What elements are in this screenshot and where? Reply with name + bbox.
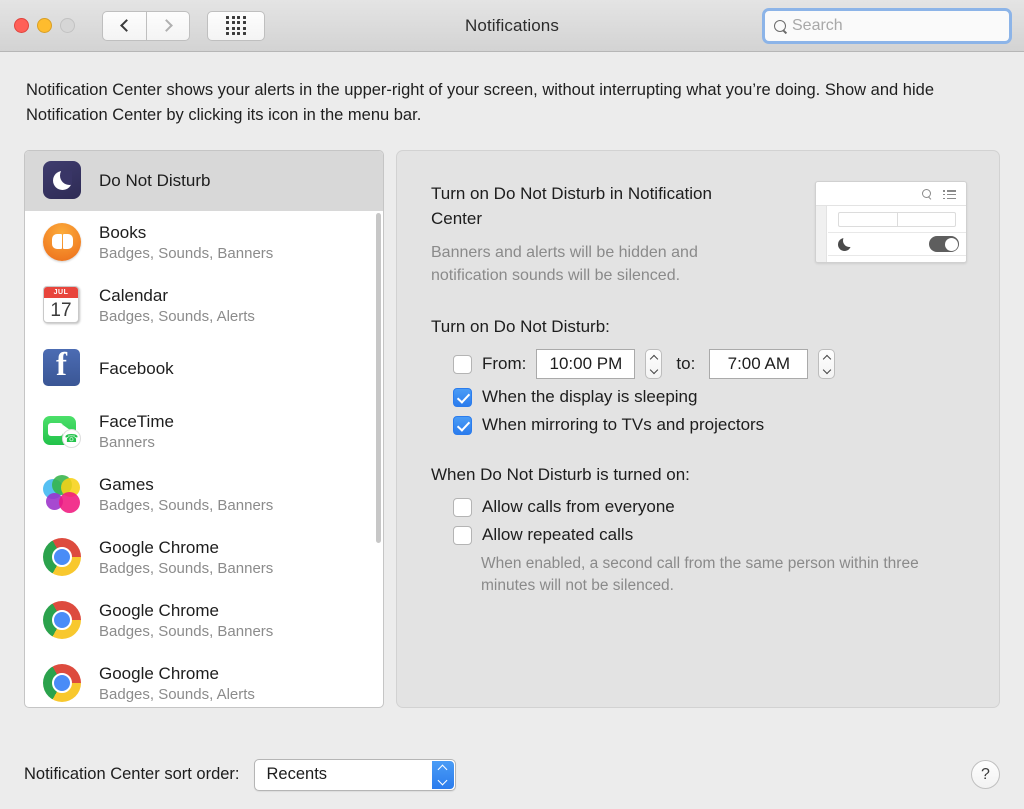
- search-field[interactable]: Search: [762, 8, 1012, 44]
- to-time-field[interactable]: 7:00 AM: [709, 349, 809, 379]
- repeated-calls-hint: When enabled, a second call from the sam…: [481, 555, 919, 594]
- grid-icon: [226, 15, 246, 36]
- allow-repeated-calls-checkbox[interactable]: [453, 525, 472, 545]
- sidebar-item-label: Calendar: [99, 286, 168, 305]
- sidebar-item-google-chrome-3[interactable]: Google Chrome Badges, Sounds, Alerts: [25, 652, 383, 707]
- preview-search-icon: [922, 189, 932, 199]
- sidebar-item-books[interactable]: Books Badges, Sounds, Banners: [25, 211, 383, 274]
- sidebar-item-google-chrome-2[interactable]: Google Chrome Badges, Sounds, Banners: [25, 589, 383, 652]
- sidebar-item-subtitle: Badges, Sounds, Banners: [99, 497, 274, 514]
- allow-calls-checkbox[interactable]: [453, 497, 472, 517]
- facetime-icon: ☎: [43, 412, 83, 452]
- preview-moon-icon: [838, 237, 851, 251]
- sidebar-item-subtitle: Badges, Sounds, Banners: [99, 623, 274, 640]
- page-description: Notification Center shows your alerts in…: [26, 81, 934, 124]
- sidebar-item-facebook[interactable]: Facebook: [25, 337, 383, 400]
- bottom-bar: Notification Center sort order: Recents …: [0, 740, 1024, 809]
- preview-segmented-control: [838, 212, 956, 227]
- sidebar-item-label: Do Not Disturb: [99, 171, 211, 190]
- search-placeholder: Search: [792, 17, 843, 34]
- sidebar-item-label: Google Chrome: [99, 664, 220, 683]
- forward-button[interactable]: [146, 10, 190, 41]
- sidebar-item-label: Google Chrome: [99, 538, 220, 557]
- content-area: Do Not Disturb Books Badges, Sounds, Ban…: [24, 150, 1000, 708]
- search-icon: [774, 19, 787, 33]
- zoom-button[interactable]: [60, 18, 75, 33]
- window-titlebar: Notifications Search: [0, 0, 1024, 52]
- sidebar-item-calendar[interactable]: JUL 17 Calendar Badges, Sounds, Alerts: [25, 274, 383, 337]
- calendar-day: 17: [50, 299, 72, 321]
- allow-repeated-calls-label: Allow repeated calls: [482, 525, 634, 544]
- minimize-button[interactable]: [37, 18, 52, 33]
- chevron-updown-icon: [431, 760, 454, 789]
- help-button[interactable]: ?: [971, 760, 1000, 789]
- sort-order-dropdown[interactable]: Recents: [253, 758, 456, 791]
- from-label: From:: [482, 354, 527, 373]
- sidebar-item-subtitle: Badges, Sounds, Alerts: [99, 686, 255, 703]
- sort-order-label: Notification Center sort order:: [24, 765, 240, 783]
- from-time-row: From: 10:00 PM to: 7:00 AM: [453, 349, 973, 379]
- sidebar-item-label: FaceTime: [99, 412, 174, 431]
- facebook-icon: [43, 347, 83, 389]
- books-icon: [43, 222, 83, 263]
- chrome-icon: [43, 537, 83, 578]
- back-button[interactable]: [102, 10, 146, 41]
- allow-calls-row[interactable]: Allow calls from everyone: [453, 497, 973, 517]
- panel-subheading: Banners and alerts will be hidden and no…: [431, 244, 698, 284]
- show-all-button[interactable]: [207, 10, 265, 41]
- sidebar-item-subtitle: Badges, Sounds, Banners: [99, 245, 274, 262]
- sort-order-value: Recents: [266, 765, 328, 783]
- display-sleeping-label: When the display is sleeping: [482, 387, 698, 406]
- sidebar-item-games[interactable]: Games Badges, Sounds, Banners: [25, 463, 383, 526]
- panel-heading: Turn on Do Not Disturb in Notification C…: [431, 184, 712, 228]
- navigation-buttons: [102, 10, 190, 41]
- mirroring-checkbox[interactable]: [453, 415, 472, 435]
- sidebar-item-subtitle: Badges, Sounds, Banners: [99, 560, 274, 577]
- chevron-right-icon: [160, 19, 173, 32]
- calendar-month: JUL: [44, 286, 78, 298]
- to-time-stepper[interactable]: [818, 349, 836, 379]
- sidebar-item-label: Books: [99, 223, 147, 242]
- sidebar-scrollbar-thumb[interactable]: [376, 213, 381, 543]
- chrome-icon: [43, 663, 83, 704]
- preview-dnd-row: [828, 232, 966, 256]
- app-list-sidebar[interactable]: Do Not Disturb Books Badges, Sounds, Ban…: [24, 150, 384, 708]
- sidebar-scrollbar[interactable]: [376, 211, 382, 706]
- schedule-section-label: Turn on Do Not Disturb:: [431, 317, 610, 336]
- sidebar-item-subtitle: Badges, Sounds, Alerts: [99, 308, 255, 325]
- sidebar-item-google-chrome-1[interactable]: Google Chrome Badges, Sounds, Banners: [25, 526, 383, 589]
- mirroring-label: When mirroring to TVs and projectors: [482, 415, 765, 434]
- notification-center-preview: [815, 181, 967, 263]
- display-sleeping-checkbox[interactable]: [453, 387, 472, 407]
- preview-toggle-switch: [929, 236, 959, 252]
- sidebar-item-do-not-disturb[interactable]: Do Not Disturb: [25, 151, 383, 211]
- allow-calls-label: Allow calls from everyone: [482, 497, 675, 516]
- when-on-section-label: When Do Not Disturb is turned on:: [431, 465, 690, 484]
- mirroring-row[interactable]: When mirroring to TVs and projectors: [453, 415, 973, 435]
- do-not-disturb-icon: [43, 161, 83, 201]
- sidebar-item-label: Facebook: [99, 358, 174, 378]
- traffic-lights: [14, 18, 75, 33]
- games-icon: [43, 474, 83, 515]
- close-button[interactable]: [14, 18, 29, 33]
- from-time-stepper[interactable]: [645, 349, 663, 379]
- sidebar-item-label: Games: [99, 475, 154, 494]
- from-time-field[interactable]: 10:00 PM: [536, 349, 636, 379]
- chrome-icon: [43, 600, 83, 641]
- calendar-icon: JUL 17: [43, 285, 83, 326]
- display-sleeping-row[interactable]: When the display is sleeping: [453, 387, 973, 407]
- allow-repeated-calls-row[interactable]: Allow repeated calls: [453, 525, 973, 545]
- to-label: to:: [676, 354, 696, 373]
- settings-panel: Turn on Do Not Disturb in Notification C…: [396, 150, 1000, 708]
- sidebar-item-facetime[interactable]: ☎ FaceTime Banners: [25, 400, 383, 463]
- sidebar-item-subtitle: Banners: [99, 434, 155, 451]
- sidebar-item-label: Google Chrome: [99, 601, 220, 620]
- from-checkbox[interactable]: [453, 354, 472, 374]
- preview-list-icon: [943, 190, 956, 201]
- chevron-left-icon: [119, 19, 133, 32]
